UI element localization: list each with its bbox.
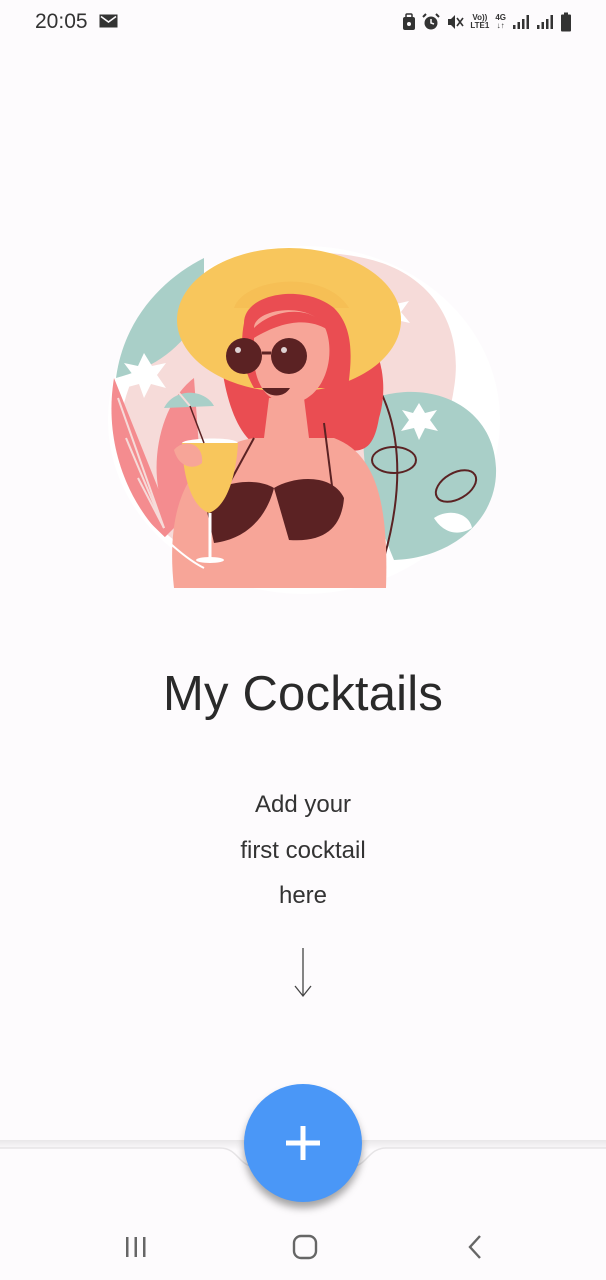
home-button[interactable] — [285, 1232, 325, 1262]
system-nav-bar — [0, 1210, 606, 1280]
home-icon — [292, 1234, 318, 1260]
empty-state-line: first cocktail — [240, 836, 366, 864]
add-cocktail-button[interactable] — [244, 1084, 362, 1202]
recents-button[interactable] — [116, 1232, 156, 1262]
lock-icon — [403, 13, 416, 30]
signal-icon — [537, 15, 553, 29]
mail-icon — [99, 14, 118, 28]
empty-state-line: Add your — [254, 791, 352, 818]
screen: 20:05 Vo)) LTE1 4G ↓↑ My Cocktails Add y… — [0, 0, 606, 1280]
status-time: 20:05 — [35, 10, 88, 33]
status-bar: 20:05 Vo)) LTE1 4G ↓↑ — [0, 0, 606, 46]
woman-with-cocktail-illustration — [108, 246, 500, 594]
alarm-icon — [422, 13, 441, 30]
empty-state-message: Add your first cocktail here — [0, 782, 606, 919]
back-icon — [468, 1235, 481, 1259]
arrow-down-icon — [294, 948, 312, 998]
page-title: My Cocktails — [162, 667, 444, 721]
mute-icon — [448, 15, 464, 29]
signal-icon — [513, 15, 529, 29]
volte-icon: Vo)) LTE1 — [470, 13, 490, 30]
status-icons: Vo)) LTE1 4G ↓↑ — [402, 10, 572, 34]
back-button[interactable] — [455, 1232, 495, 1262]
plus-icon — [286, 1126, 320, 1160]
4g-icon: 4G ↓↑ — [495, 13, 506, 30]
recents-icon — [126, 1237, 146, 1257]
battery-icon — [561, 12, 571, 32]
empty-state-line: here — [278, 882, 328, 909]
